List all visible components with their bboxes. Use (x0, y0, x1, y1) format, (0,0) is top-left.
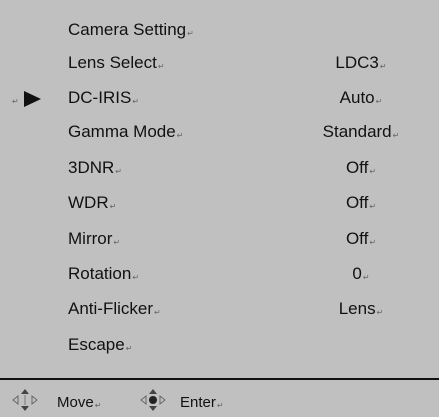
paragraph-mark-icon: ↵ (369, 238, 377, 247)
enter-joystick-icon (140, 389, 166, 411)
anti-flicker-value: Lens (338, 299, 376, 318)
move-label: Move (57, 394, 94, 411)
menu-item-mirror[interactable]: Mirror↵ Off↵ (0, 229, 439, 259)
gamma-mode-label: Gamma Mode (68, 122, 176, 141)
3dnr-value: Off (345, 158, 369, 177)
enter-label: Enter (180, 394, 216, 411)
3dnr-label: 3DNR (68, 158, 115, 177)
wdr-label: WDR (68, 193, 109, 212)
paragraph-mark-icon: ↵ (154, 308, 161, 317)
paragraph-mark-icon: ↵ (132, 273, 140, 282)
gamma-mode-value: Standard (322, 122, 392, 141)
menu-item-dc-iris[interactable]: ↵ DC-IRIS↵ Auto↵ (0, 88, 439, 118)
escape-label: Escape (68, 335, 125, 354)
paragraph-mark-icon: ↵ (392, 131, 400, 140)
paragraph-mark-icon: ↵ (12, 97, 19, 106)
dc-iris-value: Auto (339, 88, 375, 107)
lens-select-label: Lens Select (68, 53, 157, 72)
dc-iris-label: DC-IRIS (68, 88, 132, 107)
menu-item-escape[interactable]: Escape↵ (0, 335, 439, 365)
four-way-arrows-icon (12, 389, 38, 411)
paragraph-mark-icon: ↵ (157, 62, 165, 71)
lens-select-value: LDC3 (335, 53, 379, 72)
paragraph-mark-icon: ↵ (362, 273, 370, 282)
anti-flicker-label: Anti-Flicker (68, 299, 154, 318)
help-footer: Move↵ Enter↵ (0, 380, 439, 417)
paragraph-mark-icon: ↵ (94, 401, 102, 410)
menu-item-wdr[interactable]: WDR↵ Off↵ (0, 193, 439, 223)
paragraph-mark-icon: ↵ (379, 62, 387, 71)
menu-title-text: Camera Setting (68, 20, 187, 39)
mirror-label: Mirror (68, 229, 113, 248)
rotation-label: Rotation (68, 264, 132, 283)
enter-hint: Enter↵ (180, 394, 224, 415)
menu-title: Camera Setting↵ (68, 20, 194, 44)
paragraph-mark-icon: ↵ (115, 167, 122, 176)
paragraph-mark-icon: ↵ (109, 202, 117, 211)
paragraph-mark-icon: ↵ (132, 97, 139, 106)
paragraph-mark-icon: ↵ (369, 202, 377, 211)
paragraph-mark-icon: ↵ (376, 308, 384, 317)
paragraph-mark-icon: ↵ (125, 344, 133, 353)
paragraph-mark-icon: ↵ (375, 97, 383, 106)
menu-item-3dnr[interactable]: 3DNR↵ Off↵ (0, 158, 439, 188)
menu-item-gamma-mode[interactable]: Gamma Mode↵ Standard↵ (0, 122, 439, 152)
paragraph-mark-icon: ↵ (216, 401, 224, 410)
menu-item-rotation[interactable]: Rotation↵ 0↵ (0, 264, 439, 294)
menu-item-lens-select[interactable]: Lens Select↵ LDC3↵ (0, 53, 439, 83)
move-hint: Move↵ (57, 394, 101, 415)
menu-item-anti-flicker[interactable]: Anti-Flicker↵ Lens↵ (0, 299, 439, 329)
paragraph-mark-icon: ↵ (369, 167, 377, 176)
rotation-value: 0 (352, 264, 362, 283)
mirror-value: Off (345, 229, 369, 248)
paragraph-mark-icon: ↵ (187, 29, 194, 38)
camera-setting-menu: Camera Setting↵ Lens Select↵ LDC3↵ ↵ DC-… (0, 0, 439, 378)
paragraph-mark-icon: ↵ (113, 238, 121, 247)
wdr-value: Off (345, 193, 369, 212)
selection-arrow-icon: ↵ (12, 91, 41, 107)
paragraph-mark-icon: ↵ (176, 131, 184, 140)
